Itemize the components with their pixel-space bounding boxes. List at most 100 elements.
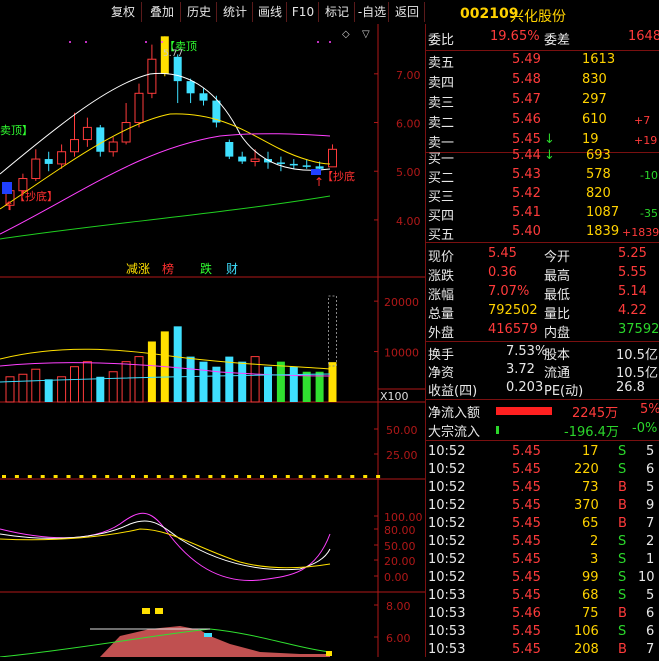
indicator-dot: [363, 475, 368, 478]
tick-count: 6: [646, 606, 655, 621]
chart-area[interactable]: 7.006.005.004.00◇ ▽【卖顶卖顶】5.77【抄底】【抄底↑↑减涨榜…: [0, 24, 425, 657]
bid-change: +1839: [622, 226, 659, 239]
quote-label-2: 今开: [544, 250, 571, 265]
toolbar-button-5[interactable]: F10: [288, 2, 319, 22]
indicator-dot: [182, 475, 187, 478]
quote-row: 涨跌 0.36 最高 5.55: [426, 265, 659, 284]
flow-label: 大宗流入: [428, 425, 481, 440]
toolbar-button-6[interactable]: 标记: [320, 2, 355, 22]
y-tick-label: 5.00: [396, 166, 421, 179]
volume-bar: [147, 341, 156, 402]
candle-body: [199, 93, 208, 101]
indicator-dot: [131, 475, 135, 478]
stat-row: 净资 3.72 流通 10.5亿: [426, 362, 659, 381]
tick-row: 10:53 5.46 75 B 6: [426, 606, 659, 625]
stat-value: 0.203: [506, 380, 544, 395]
tick-price: 5.45: [512, 642, 541, 657]
volume-bar: [289, 366, 298, 402]
indicator-dot: [285, 475, 290, 478]
bid-label: 买三: [428, 190, 455, 205]
quote-value-2: 5.55: [618, 265, 647, 280]
stat-label-2: 股本: [544, 348, 571, 363]
tick-direction: S: [618, 444, 627, 459]
quote-value: 792502: [488, 303, 538, 318]
indicator-dot: [311, 475, 316, 478]
tick-count: 5: [646, 444, 655, 459]
tick-row: 10:52 5.45 17 S 5: [426, 444, 659, 463]
indicator-dot: [260, 475, 264, 478]
volume-bar: [328, 362, 337, 402]
quote-label-2: 量比: [544, 307, 571, 322]
tick-price: 5.45: [512, 516, 541, 531]
tick-time: 10:52: [428, 534, 466, 549]
quote-value-2: 5.14: [618, 284, 647, 299]
divider: [426, 341, 659, 342]
candle-body: [315, 166, 324, 169]
tick-price: 5.45: [512, 588, 541, 603]
stat-value-2: 10.5亿: [616, 366, 658, 381]
tick-count: 7: [646, 516, 655, 531]
tick-direction: S: [618, 534, 627, 549]
tick-volume: 3: [590, 552, 599, 567]
tick-count: 1: [646, 552, 655, 567]
tick-price: 5.45: [512, 552, 541, 567]
quote-panel: 委比 19.65% 委差 1648 卖五 5.49 1613 卖四 5.48 830 卖三 5.47 2…: [425, 24, 659, 657]
tick-price: 5.45: [512, 498, 541, 513]
y-tick-label: 6.00: [396, 118, 421, 131]
ask-row: 卖三 5.47 297: [426, 92, 659, 111]
candle-body: [173, 56, 182, 82]
bid-volume: 578: [586, 167, 611, 182]
toolbar-button-3[interactable]: 统计: [218, 2, 253, 22]
ask-label: 卖四: [428, 76, 455, 91]
toolbar-button-0[interactable]: 复权: [105, 2, 142, 22]
quote-row: 涨幅 7.07% 最低 5.14: [426, 284, 659, 303]
tick-direction: B: [618, 480, 627, 495]
ask-label: 卖三: [428, 96, 455, 111]
toolbar-button-2[interactable]: 历史: [182, 2, 217, 22]
tick-volume: 208: [574, 642, 599, 657]
ask-row: 卖四 5.48 830: [426, 72, 659, 91]
indicator-dot: [143, 475, 148, 478]
tick-direction: B: [618, 516, 627, 531]
stock-name: 兴化股份: [510, 9, 566, 25]
candle-body: [302, 165, 311, 167]
candle-body: [225, 142, 234, 157]
order-ratio-row: 委比 19.65% 委差 1648: [426, 29, 659, 48]
candle-body: [250, 158, 260, 162]
flow-row: 净流入额 2245万 5%: [426, 402, 659, 421]
tick-volume: 2: [590, 534, 599, 549]
bid-label: 买二: [428, 171, 455, 186]
stat-label-2: 流通: [544, 366, 571, 381]
tick-row: 10:53 5.45 106 S 6: [426, 624, 659, 643]
candle-body: [82, 126, 92, 141]
tick-volume: 73: [582, 480, 599, 495]
tick-direction: B: [618, 642, 627, 657]
flow-value: 2245万: [572, 406, 619, 421]
stat-row: 收益(四) 0.203 PE(动) 26.8: [426, 380, 659, 399]
toolbar-button-1[interactable]: 叠加: [144, 2, 181, 22]
up-arrow-icon: ↑: [314, 175, 324, 189]
candle-body: [108, 141, 118, 153]
tick-count: 9: [646, 498, 655, 513]
toolbar-button-8[interactable]: 返回: [390, 2, 425, 22]
toolbar-button-7[interactable]: -自选: [356, 2, 389, 22]
y-tick-label: 7.00: [396, 69, 421, 82]
flow-pct: -0%: [632, 421, 658, 436]
flow-bar: [496, 426, 499, 434]
bid-price: 5.43: [512, 167, 541, 182]
toolbar-button-4[interactable]: 画线: [254, 2, 287, 22]
dot-mark: [329, 41, 331, 43]
bid-row: 买四 5.41 1087 -35: [426, 205, 659, 224]
candle-body: [57, 151, 67, 165]
volume-bar: [264, 366, 272, 402]
tick-count: 10: [638, 570, 655, 585]
y-tick-label: 20000: [384, 296, 419, 309]
tick-direction: S: [618, 624, 627, 639]
event-flag: 榜: [162, 261, 174, 276]
tick-time: 10:52: [428, 444, 466, 459]
bid-price: 5.41: [512, 205, 541, 220]
tick-count: 5: [646, 480, 655, 495]
tick-count: 7: [646, 642, 655, 657]
candle-body: [289, 163, 298, 166]
tick-volume: 106: [574, 624, 599, 639]
